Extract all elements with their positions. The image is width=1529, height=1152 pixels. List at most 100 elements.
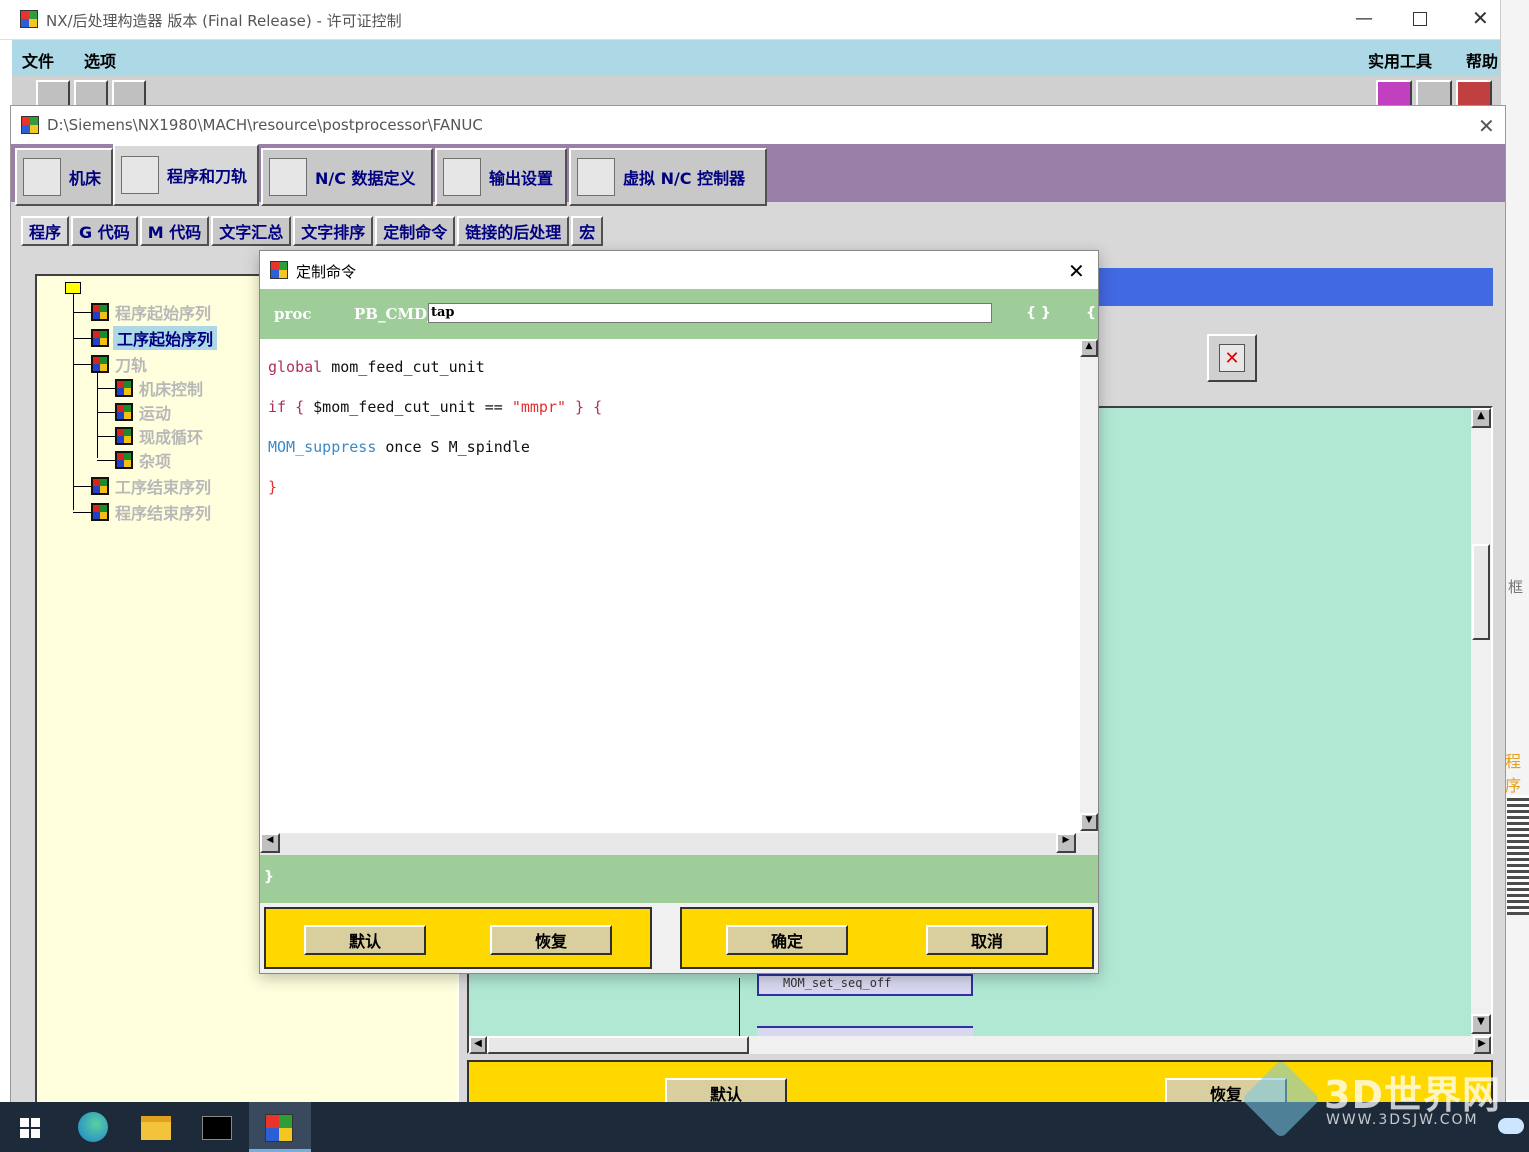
code-text[interactable]: global mom_feed_cut_unit if { $mom_feed_c…: [268, 347, 602, 507]
command-name-input[interactable]: tap: [428, 303, 992, 323]
tree-item-label: 工序起始序列: [113, 326, 218, 350]
dialog-default-button[interactable]: 默认: [304, 925, 426, 955]
cube-icon: [91, 355, 109, 373]
tree-item-label: 机床控制: [139, 380, 204, 399]
child-close-icon[interactable]: ✕: [1478, 114, 1495, 138]
right-edge-fragment-1: 框: [1508, 578, 1524, 596]
code-token: global: [268, 358, 323, 376]
sub-tab-bar: 程序 G 代码 M 代码 文字汇总 文字排序 定制命令 链接的后处理 宏: [21, 216, 604, 250]
tab-program-and-toolpath[interactable]: 程序和刀轨: [113, 144, 259, 206]
tree-item[interactable]: 程序结束序列: [73, 500, 211, 524]
subtab-g-code[interactable]: G 代码: [71, 216, 138, 246]
code-token: mom_feed_cut_unit: [322, 358, 485, 376]
scroll-thumb[interactable]: [1472, 544, 1490, 640]
h-scroll-thumb[interactable]: [487, 1036, 749, 1054]
cloud-icon[interactable]: [1498, 1118, 1524, 1134]
tree-item[interactable]: 工序结束序列: [73, 474, 211, 498]
menu-bar: 文件 选项 实用工具 帮助: [12, 40, 1500, 76]
scroll-left-icon[interactable]: ◀: [469, 1036, 487, 1054]
tree-item[interactable]: 杂项: [97, 448, 171, 472]
code-token: } {: [566, 398, 603, 416]
cube-icon: [115, 379, 133, 397]
dialog-close-icon[interactable]: ✕: [1068, 259, 1085, 283]
event-block[interactable]: MOM_set_seq_off: [757, 974, 973, 996]
maximize-icon[interactable]: [1413, 12, 1427, 26]
toolbar: [12, 76, 1500, 108]
context-help-icon[interactable]: [1416, 80, 1452, 108]
help-question-icon[interactable]: [1376, 80, 1412, 108]
h-scrollbar[interactable]: ◀ ▶: [469, 1036, 1491, 1054]
watermark-url: WWW.3DSJW.COM: [1326, 1112, 1479, 1128]
code-token: }: [268, 478, 278, 496]
tree-item[interactable]: 刀轨: [73, 352, 147, 376]
subtab-program[interactable]: 程序: [21, 216, 70, 246]
cube-icon: [91, 503, 109, 521]
tree-item-selected[interactable]: 工序起始序列: [73, 326, 218, 350]
menu-help[interactable]: 帮助: [1466, 48, 1498, 72]
watermark-brand: 3D世界网: [1324, 1073, 1501, 1117]
minimize-icon[interactable]: —: [1355, 8, 1373, 29]
tab-machine[interactable]: 机床: [15, 148, 113, 206]
save-file-icon[interactable]: [112, 80, 146, 108]
terminal-icon[interactable]: [202, 1116, 232, 1140]
close-icon[interactable]: ✕: [1472, 6, 1489, 30]
file-explorer-icon[interactable]: [141, 1116, 171, 1140]
dialog-cancel-button[interactable]: 取消: [926, 925, 1048, 955]
subtab-macro[interactable]: 宏: [571, 216, 604, 246]
v-scrollbar[interactable]: ▲ ▼: [1471, 408, 1491, 1036]
event-block-label: MOM_set_seq_off: [783, 976, 892, 990]
event-block-2[interactable]: [757, 1026, 973, 1036]
trash-delete-icon[interactable]: ✕: [1207, 334, 1257, 382]
right-edge-fragment-2: 程序: [1505, 752, 1522, 795]
code-scroll-down-icon[interactable]: ▼: [1080, 813, 1098, 831]
dialog-ok-label: 确定: [770, 932, 803, 951]
root-folder-icon[interactable]: [65, 282, 81, 294]
open-file-icon[interactable]: [74, 80, 108, 108]
open-brace-label: {: [1086, 305, 1096, 321]
subtab-m-code[interactable]: M 代码: [139, 216, 210, 246]
nc-data-icon: [269, 158, 307, 196]
edge-browser-icon[interactable]: [78, 1112, 108, 1142]
dialog-cancel-label: 取消: [970, 932, 1003, 951]
cube-icon: [91, 477, 109, 495]
tree-item-label: 程序起始序列: [115, 304, 212, 323]
scroll-down-icon[interactable]: ▼: [1471, 1014, 1491, 1034]
tree-item[interactable]: 机床控制: [97, 376, 203, 400]
subtab-word-summary[interactable]: 文字汇总: [211, 216, 292, 246]
windows-start-icon[interactable]: [20, 1118, 40, 1138]
dialog-title: 定制命令: [296, 263, 357, 281]
tree-item[interactable]: 程序起始序列: [73, 300, 211, 324]
child-titlebar: D:\Siemens\NX1980\MACH\resource\postproc…: [11, 106, 1505, 144]
code-h-scrollbar[interactable]: ◀ ▶: [260, 833, 1098, 855]
scroll-right-icon[interactable]: ▶: [1473, 1036, 1491, 1054]
braces-label: { }: [1026, 305, 1051, 321]
subtab-linked-posts[interactable]: 链接的后处理: [457, 216, 570, 246]
scroll-up-icon[interactable]: ▲: [1471, 408, 1491, 428]
menu-file[interactable]: 文件: [22, 48, 54, 72]
code-scroll-right-icon[interactable]: ▶: [1056, 833, 1076, 853]
tree-item[interactable]: 运动: [97, 400, 171, 424]
dialog-restore-button[interactable]: 恢复: [490, 925, 612, 955]
manual-book-icon[interactable]: [1456, 80, 1492, 108]
dialog-right-button-panel: 确定 取消: [680, 907, 1094, 969]
nx-post-builder-icon: [265, 1114, 293, 1142]
code-v-scrollbar[interactable]: ▲ ▼: [1080, 339, 1098, 833]
tree-item[interactable]: 现成循环: [97, 424, 203, 448]
subtab-word-sequence[interactable]: 文字排序: [293, 216, 374, 246]
code-scroll-up-icon[interactable]: ▲: [1080, 339, 1098, 357]
proc-header: proc PB_CMD_ tap { } {: [260, 289, 1098, 339]
tab-virtual-nc-controller[interactable]: 虚拟 N/C 控制器: [569, 148, 767, 206]
menu-utilities[interactable]: 实用工具: [1368, 48, 1432, 72]
dialog-ok-button[interactable]: 确定: [726, 925, 848, 955]
code-scroll-left-icon[interactable]: ◀: [260, 833, 280, 853]
dialog-app-icon: [270, 261, 288, 279]
tree-item-label: 刀轨: [115, 356, 148, 375]
blue-header-bar: [1097, 268, 1493, 306]
tab-nc-data-definition[interactable]: N/C 数据定义: [261, 148, 433, 206]
menu-options[interactable]: 选项: [84, 48, 116, 72]
subtab-custom-command[interactable]: 定制命令: [375, 216, 456, 246]
code-editor[interactable]: global mom_feed_cut_unit if { $mom_feed_c…: [260, 339, 1080, 833]
new-file-icon[interactable]: [36, 80, 70, 108]
taskbar-active-app[interactable]: [249, 1102, 311, 1152]
tab-output-settings[interactable]: 输出设置: [435, 148, 567, 206]
